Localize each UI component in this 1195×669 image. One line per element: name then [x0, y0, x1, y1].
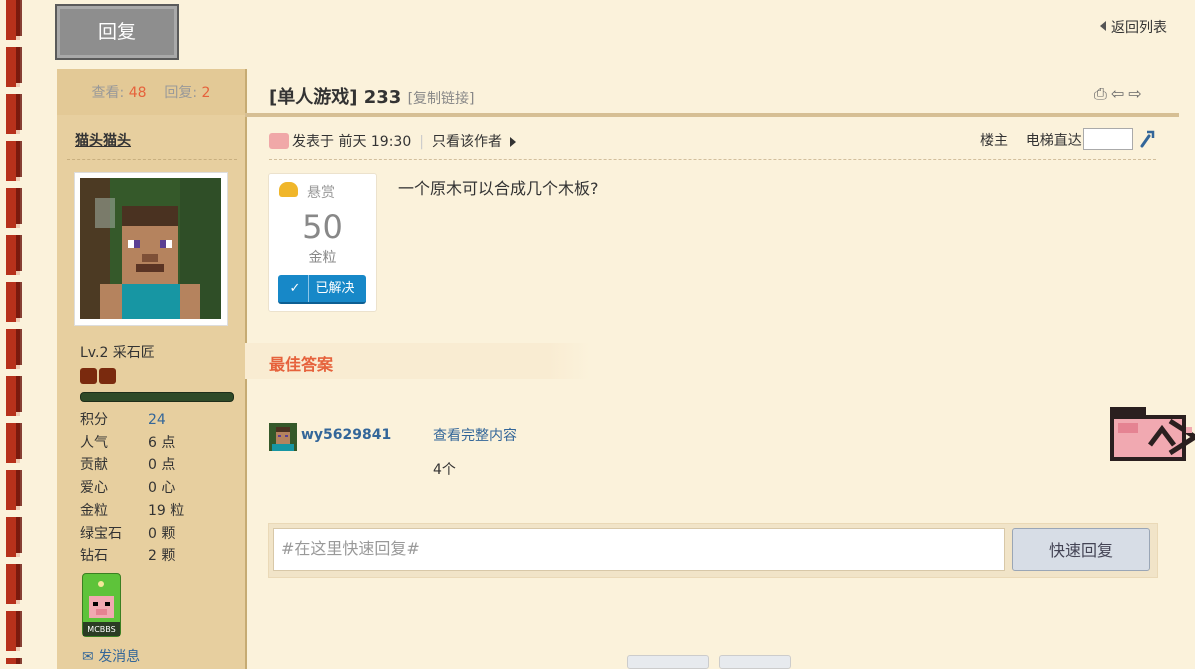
stat-value[interactable]: 24 — [148, 409, 166, 432]
post-time: 发表于 前天 19:30 — [292, 134, 412, 150]
stat-row: 爱心 0 心 — [80, 477, 184, 500]
bounty-unit: 金粒 — [308, 250, 337, 266]
level-progress-bar — [80, 392, 234, 402]
elevator-label: 电梯直达 — [1025, 133, 1082, 149]
stat-value: 2 颗 — [148, 548, 176, 565]
jump-arrow-icon — [1140, 130, 1155, 148]
stat-row: 积分 24 — [80, 409, 184, 432]
bottom-action-button[interactable] — [627, 655, 709, 669]
bounty-card: 悬赏 50 金粒 ✓ 已解决 — [268, 173, 377, 312]
bounty-label: 悬赏 — [307, 185, 335, 201]
post-meta: 发表于 前天 19:30 | 只看该作者 — [269, 131, 516, 151]
stat-key: 人气 — [80, 434, 108, 451]
view-full-link[interactable]: 查看完整内容 — [433, 425, 517, 445]
title-underline — [245, 113, 1179, 117]
author-username[interactable]: 猫头猫头 — [75, 130, 131, 150]
views-label: 查看: — [91, 85, 125, 101]
check-icon: ✓ — [290, 275, 310, 302]
play-arrow-icon — [509, 137, 516, 147]
gold-ingot-icon — [279, 182, 298, 197]
quick-reply-input[interactable]: #在这里快速回复# — [273, 528, 1005, 571]
answer-text: 4个 — [433, 462, 456, 478]
stat-key: 贡献 — [80, 457, 108, 474]
solved-badge: ✓ 已解决 — [278, 275, 366, 304]
steve-avatar-icon — [80, 178, 221, 319]
mcbbs-badge[interactable]: MCBBS — [82, 573, 121, 637]
back-arrow-icon — [1100, 21, 1106, 31]
back-to-list-link[interactable]: 返回列表 — [1100, 17, 1167, 37]
reply-button[interactable]: 回复 — [55, 4, 179, 60]
replies-label: 回复: — [164, 85, 198, 101]
stat-value: 6 点 — [148, 434, 176, 451]
back-to-list-label: 返回列表 — [1111, 20, 1167, 36]
level-block-icon — [80, 368, 97, 384]
pig-mail-icon — [1110, 407, 1195, 469]
thread-tools: ⎙⇦⇨ — [1094, 84, 1146, 104]
floor-label: 楼主 — [980, 133, 1008, 149]
meta-separator: | — [419, 134, 424, 150]
author-stats: 积分 24 人气 6 点 贡献 0 点 爱心 0 心 金粒 19 粒 绿宝石 0 颗 钻石 2… — [80, 409, 184, 568]
steve-avatar-icon — [269, 423, 297, 451]
replies-count: 2 — [201, 85, 211, 101]
stat-value: 0 点 — [148, 457, 176, 474]
send-message-link[interactable]: ✉ 发消息 — [82, 646, 140, 666]
floor-jump-input[interactable] — [1083, 128, 1133, 150]
only-author-link[interactable]: 只看该作者 — [432, 134, 502, 150]
stat-row: 贡献 0 点 — [80, 454, 184, 477]
stat-row: 绿宝石 0 颗 — [80, 523, 184, 546]
author-level: Lv.2 采石匠 — [80, 345, 155, 361]
left-rail-shadow — [16, 0, 22, 664]
views-count: 48 — [128, 85, 147, 101]
thread-title: [单人游戏] 233 [复制链接] — [269, 83, 475, 109]
stat-row: 人气 6 点 — [80, 432, 184, 455]
divider — [269, 159, 1156, 160]
envelope-icon: ✉ — [82, 649, 94, 665]
stat-key: 金粒 — [80, 502, 108, 519]
jump-go-icon[interactable] — [1139, 128, 1155, 148]
answer-avatar[interactable] — [269, 423, 297, 451]
next-thread-icon[interactable]: ⇨ — [1128, 84, 1145, 103]
stat-value: 0 心 — [148, 480, 176, 497]
thread-title-text: [单人游戏] 233 — [269, 87, 402, 108]
prev-thread-icon[interactable]: ⇦ — [1111, 84, 1128, 103]
pig-badge-icon: MCBBS — [83, 581, 120, 636]
post-content: 一个原木可以合成几个木板? — [398, 179, 599, 198]
level-block-icon — [99, 368, 116, 384]
stat-key: 钻石 — [80, 548, 108, 565]
stat-value: 0 颗 — [148, 525, 176, 542]
solved-label: 已解决 — [315, 281, 355, 296]
stat-value: 19 粒 — [148, 502, 185, 519]
stat-key: 爱心 — [80, 480, 108, 497]
pig-online-icon — [269, 133, 289, 149]
avatar[interactable] — [80, 178, 221, 319]
stat-key: 积分 — [80, 412, 108, 428]
badge-text: MCBBS — [87, 625, 115, 634]
divider — [67, 159, 237, 160]
bottom-action-button[interactable] — [719, 655, 791, 669]
quick-reply-button[interactable]: 快速回复 — [1012, 528, 1150, 571]
level-icons — [80, 368, 118, 388]
print-icon[interactable]: ⎙ — [1094, 84, 1111, 103]
stat-row: 钻石 2 颗 — [80, 545, 184, 568]
bounty-amount: 50 — [302, 208, 343, 246]
copy-link[interactable]: [复制链接] — [408, 91, 475, 107]
thread-stats: 查看: 48 回复: 2 — [57, 82, 245, 102]
answer-username[interactable]: wy5629841 — [301, 427, 391, 443]
stat-row: 金粒 19 粒 — [80, 500, 184, 523]
floor-controls: 楼主 电梯直达 — [980, 130, 1082, 150]
send-message-label: 发消息 — [98, 649, 141, 665]
best-answer-label: 最佳答案 — [269, 355, 334, 374]
stat-key: 绿宝石 — [80, 525, 122, 542]
